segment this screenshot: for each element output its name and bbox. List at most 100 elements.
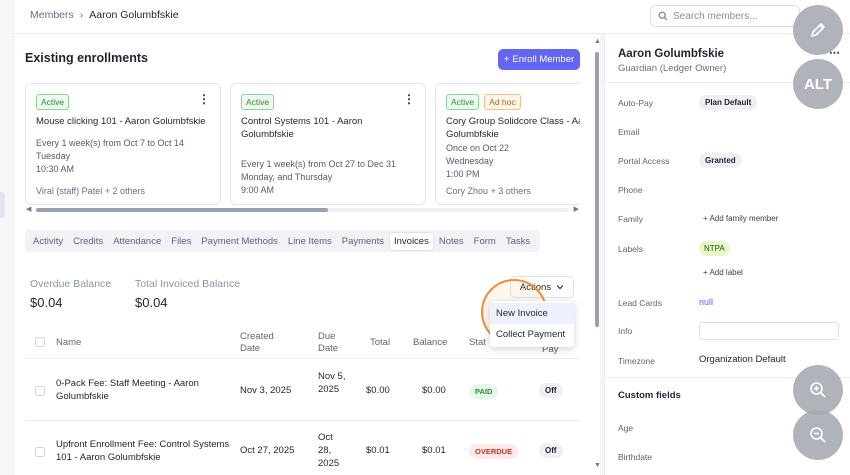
enrollment-days: Tuesday: [36, 151, 71, 161]
table-row[interactable]: 0-Pack Fee: Staff Meeting - Aaron Golumb…: [25, 360, 580, 421]
invoice-due: Oct 28, 2025: [318, 432, 340, 469]
enrollment-schedule: Every 1 week(s) from Oct 27 to Dec 31: [241, 159, 397, 169]
scroll-thumb[interactable]: [36, 208, 328, 212]
pencil-icon: [811, 23, 825, 37]
tab-tasks[interactable]: Tasks: [502, 233, 534, 250]
header-created-date[interactable]: Created Date: [240, 331, 285, 355]
invoice-due: Nov 5, 2025: [318, 371, 346, 395]
status-badge: Active: [241, 94, 275, 110]
tab-invoices[interactable]: Invoices: [389, 232, 433, 250]
autopay-value[interactable]: Plan Default: [699, 95, 758, 110]
top-bar: Members › Aaron Golumbfskie Search membe…: [14, 0, 850, 34]
timezone-label: Timezone: [618, 356, 656, 366]
autopay-badge: Off: [539, 383, 563, 398]
search-icon: [658, 11, 668, 21]
header-due-date[interactable]: Due Date: [318, 331, 348, 355]
profile-role: Guardian (Ledger Owner): [618, 63, 727, 74]
add-label-link[interactable]: + Add label: [703, 268, 743, 277]
menu-item-new-invoice[interactable]: New Invoice: [490, 303, 574, 324]
enrollment-staff: Cory Zhou + 3 others: [446, 186, 531, 196]
autopay-label: Auto-Pay: [618, 98, 653, 108]
add-family-member-label: Add family member: [709, 214, 779, 223]
table-row[interactable]: Upfront Enrollment Fee: Control Systems …: [25, 422, 580, 475]
age-label: Age: [618, 423, 634, 433]
breadcrumb: Members › Aaron Golumbfskie: [30, 9, 179, 21]
tab-notes[interactable]: Notes: [435, 233, 468, 250]
alt-key-button[interactable]: ALT: [793, 59, 843, 109]
enrollment-title: Mouse clicking 101 - Aaron Golumbfskie: [36, 116, 206, 127]
breadcrumb-members[interactable]: Members: [30, 9, 74, 21]
menu-item-collect-payment[interactable]: Collect Payment: [490, 324, 574, 345]
header-status[interactable]: Stat: [469, 337, 486, 349]
enrollment-title: Control Systems 101 - Aaron Golumbfskie: [241, 116, 363, 140]
header-name[interactable]: Name: [56, 337, 81, 349]
main-panel: Existing enrollments + Enroll Member Act…: [14, 34, 600, 475]
label-tag[interactable]: NTPA: [699, 241, 730, 256]
scroll-right-icon[interactable]: ▶: [574, 205, 579, 213]
scroll-down-icon[interactable]: ▼: [594, 462, 601, 469]
kebab-menu-icon[interactable]: ⋮: [198, 93, 210, 105]
tab-payments[interactable]: Payments: [338, 233, 388, 250]
tab-files[interactable]: Files: [167, 233, 195, 250]
search-input[interactable]: Search members...: [650, 5, 800, 27]
enrollment-card[interactable]: Active ⋮ Control Systems 101 - Aaron Gol…: [230, 83, 426, 205]
family-label: Family: [618, 214, 644, 224]
status-badge: PAID: [469, 384, 499, 399]
enrollment-staff: Viral (staff) Patel + 2 others: [36, 186, 145, 196]
enrollment-schedule: Once on Oct 22: [446, 143, 510, 153]
header-balance[interactable]: Balance: [413, 337, 447, 349]
status-badge: OVERDUE: [469, 444, 519, 459]
row-checkbox[interactable]: [35, 386, 45, 396]
zoom-in-icon: [810, 382, 826, 398]
cards-scrollbar[interactable]: ◀ ▶: [26, 205, 579, 213]
enrollment-time: 1:00 PM: [446, 169, 480, 179]
scroll-up-icon[interactable]: ▲: [594, 38, 601, 45]
invoice-created: Oct 27, 2025: [240, 445, 295, 456]
actions-menu: New Invoice Collect Payment: [490, 301, 574, 347]
breadcrumb-current: Aaron Golumbfskie: [89, 9, 179, 21]
nav-marker: [0, 192, 5, 218]
enrollment-card[interactable]: Active ⋮ Mouse clicking 101 - Aaron Golu…: [25, 83, 221, 205]
invoice-total: $0.01: [366, 445, 390, 456]
enroll-member-button[interactable]: + Enroll Member: [498, 49, 580, 70]
invoice-name[interactable]: 0-Pack Fee: Staff Meeting - Aaron Golumb…: [56, 377, 231, 403]
lead-cards-label: Lead Cards: [618, 298, 662, 308]
header-total[interactable]: Total: [370, 337, 390, 349]
tab-payment-methods[interactable]: Payment Methods: [197, 233, 282, 250]
birthdate-label: Birthdate: [618, 452, 653, 462]
scroll-left-icon[interactable]: ◀: [26, 205, 31, 213]
edit-pencil-button[interactable]: [793, 5, 843, 55]
row-checkbox[interactable]: [35, 447, 45, 457]
invoice-balance: $0.01: [422, 445, 446, 456]
select-all-checkbox[interactable]: [35, 337, 45, 347]
tab-activity[interactable]: Activity: [29, 233, 67, 250]
tab-form[interactable]: Form: [470, 233, 500, 250]
overdue-balance-value: $0.04: [30, 295, 63, 310]
tab-attendance[interactable]: Attendance: [109, 233, 165, 250]
portal-access-label: Portal Access: [618, 156, 670, 166]
scroll-thumb[interactable]: [595, 52, 599, 327]
invoice-total: $0.00: [366, 385, 390, 396]
profile-name: Aaron Golumbfskie: [618, 48, 725, 60]
zoom-out-button[interactable]: [793, 410, 843, 460]
portal-access-value[interactable]: Granted: [699, 153, 742, 168]
kebab-menu-icon[interactable]: ⋮: [403, 93, 415, 105]
add-family-member-link[interactable]: + Add family member: [703, 214, 778, 223]
search-placeholder: Search members...: [673, 10, 758, 22]
left-nav-strip: [0, 0, 14, 475]
enrollment-days: Wednesday: [446, 156, 494, 166]
main-scrollbar[interactable]: ▲ ▼: [593, 34, 601, 475]
status-badge: Active: [446, 94, 480, 110]
lead-cards-value[interactable]: null: [699, 297, 713, 307]
zoom-out-icon: [810, 427, 826, 443]
info-field[interactable]: [699, 322, 839, 340]
tab-line-items[interactable]: Line Items: [284, 233, 336, 250]
enrollment-card[interactable]: Active Ad hoc Cory Group Solidcore Class…: [435, 83, 580, 205]
enrollment-title: Cory Group Solidcore Class - Aaron Golum…: [446, 116, 580, 140]
timezone-value: Organization Default: [699, 354, 786, 365]
tab-credits[interactable]: Credits: [69, 233, 107, 250]
invoiced-balance-label: Total Invoiced Balance: [135, 278, 241, 290]
invoice-name[interactable]: Upfront Enrollment Fee: Control Systems …: [56, 438, 231, 464]
enrollment-cards: Active ⋮ Mouse clicking 101 - Aaron Golu…: [25, 83, 580, 205]
zoom-in-button[interactable]: [793, 365, 843, 415]
